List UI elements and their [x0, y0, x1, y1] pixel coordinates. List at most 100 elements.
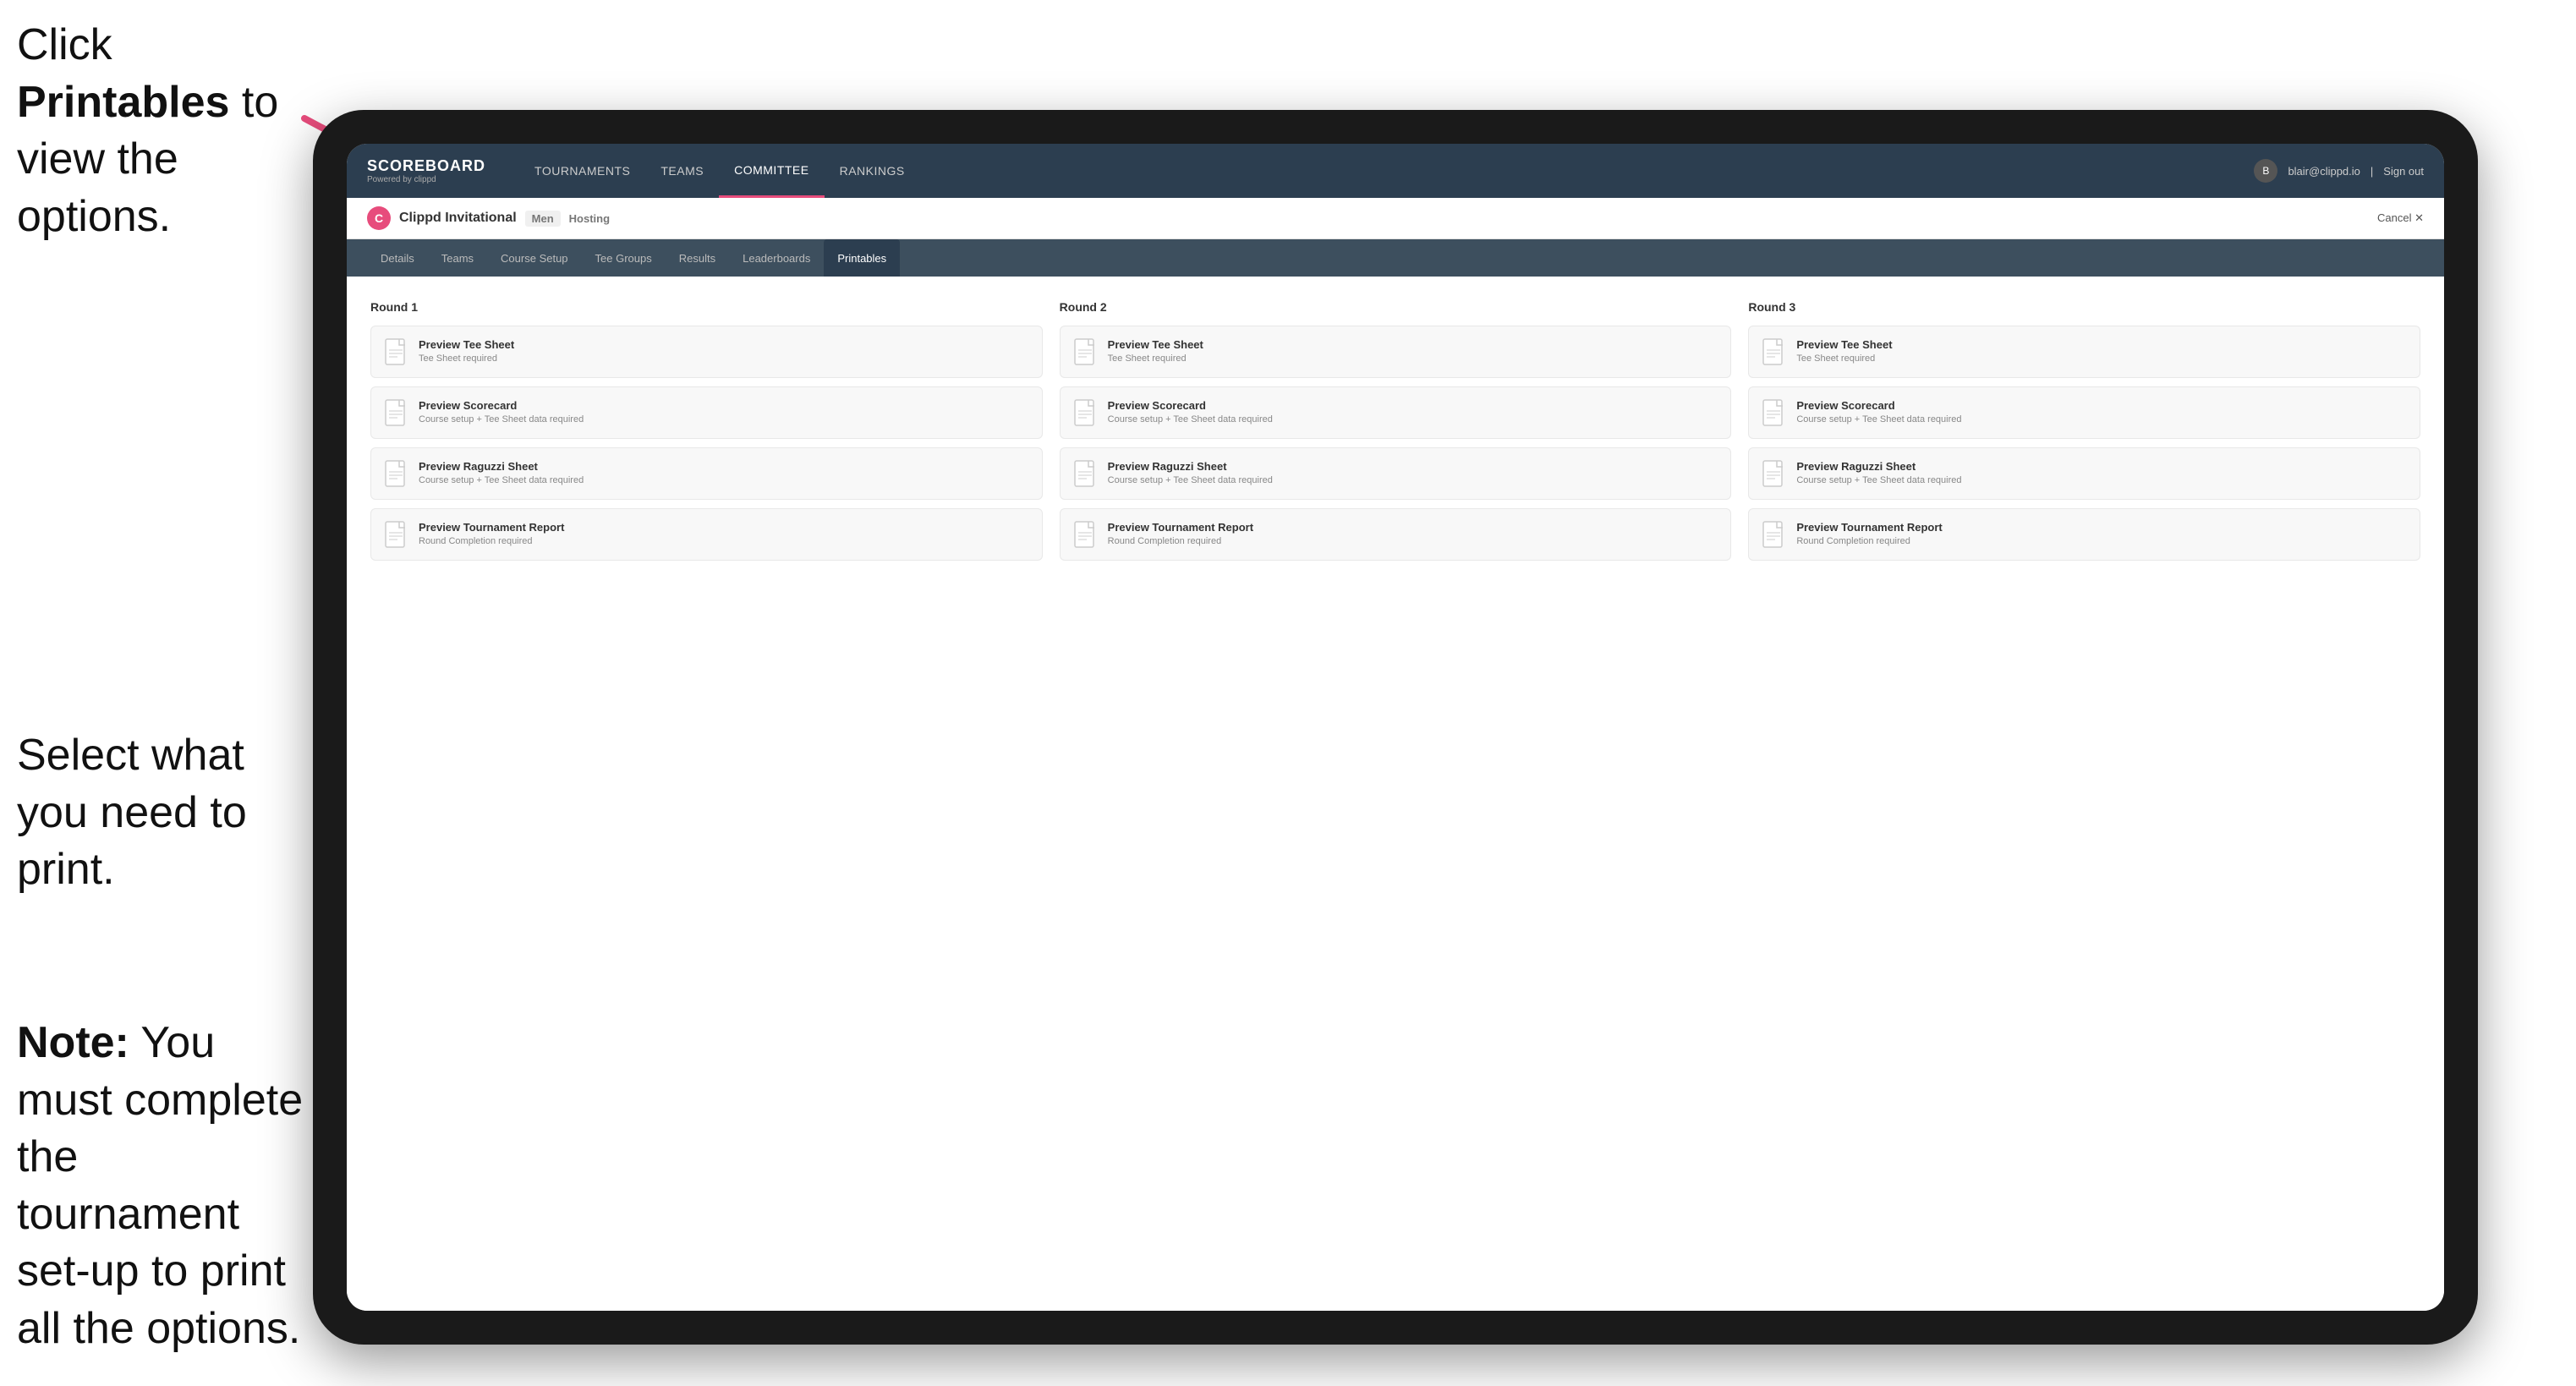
print-card-subtitle: Course setup + Tee Sheet data required	[1108, 414, 1718, 425]
print-card-subtitle: Round Completion required	[1108, 536, 1718, 546]
nav-tournaments[interactable]: TOURNAMENTS	[519, 144, 645, 198]
round-1-title: Round 1	[370, 300, 1043, 314]
document-icon	[385, 338, 408, 365]
tab-teams[interactable]: Teams	[428, 239, 487, 277]
print-card-subtitle: Round Completion required	[1796, 536, 2406, 546]
round-3-column: Round 3 Preview Tee Sheet Tee Sheet requi…	[1748, 300, 2420, 569]
document-icon	[1074, 460, 1098, 487]
document-icon	[1762, 399, 1786, 426]
print-card-title: Preview Tournament Report	[419, 521, 1028, 534]
print-card-info: Preview Scorecard Course setup + Tee Shee…	[1108, 399, 1718, 425]
print-card-info: Preview Tournament Report Round Completio…	[1108, 521, 1718, 546]
document-icon	[1762, 460, 1786, 487]
tablet-device: SCOREBOARD Powered by clippd TOURNAMENTS…	[313, 110, 2478, 1345]
print-card-info: Preview ScorecardCourse setup + Tee Shee…	[1796, 399, 2406, 425]
print-card-subtitle: Tee Sheet required	[1108, 353, 1718, 364]
nav-teams[interactable]: TEAMS	[645, 144, 719, 198]
nav-committee[interactable]: COMMITTEE	[719, 144, 825, 198]
clippd-icon: C	[367, 206, 391, 230]
separator: |	[2370, 165, 2373, 178]
print-card-info: Preview Scorecard Course setup + Tee Shee…	[419, 399, 1028, 425]
print-card-r2-0[interactable]: Preview Tee Sheet Tee Sheet required	[1060, 326, 1732, 378]
print-card-info: Preview Raguzzi Sheet Course setup + Tee …	[1796, 460, 2406, 485]
sub-nav: Details Teams Course Setup Tee Groups Re…	[347, 239, 2444, 277]
tab-tee-groups[interactable]: Tee Groups	[582, 239, 666, 277]
print-card-subtitle: Course setup + Tee Sheet data required	[419, 475, 1028, 485]
print-card-subtitle: Tee Sheet required	[419, 353, 1028, 364]
print-card-r2-2[interactable]: Preview Raguzzi Sheet Course setup + Tee …	[1060, 447, 1732, 500]
main-content: Round 1 Preview Tee Sheet Tee Sheet requi…	[347, 277, 2444, 1311]
hosting-badge: Hosting	[569, 212, 610, 225]
print-card-info: Preview Tee Sheet Tee Sheet required	[419, 338, 1028, 364]
document-icon	[1074, 399, 1098, 426]
print-card-info: Preview Tee Sheet Tee Sheet required	[1796, 338, 2406, 364]
tab-results[interactable]: Results	[666, 239, 729, 277]
tab-details[interactable]: Details	[367, 239, 428, 277]
round-2-title: Round 2	[1060, 300, 1732, 314]
print-card-r2-1[interactable]: Preview Scorecard Course setup + Tee Shee…	[1060, 386, 1732, 439]
top-nav-links: TOURNAMENTS TEAMS COMMITTEE RANKINGS	[519, 144, 2254, 198]
round-3-title: Round 3	[1748, 300, 2420, 314]
print-card-subtitle: Round Completion required	[419, 536, 1028, 546]
logo-title: SCOREBOARD	[367, 157, 485, 175]
top-nav-right: B blair@clippd.io | Sign out	[2254, 159, 2424, 183]
user-avatar: B	[2254, 159, 2277, 183]
tournament-name-row: C Clippd Invitational Men Hosting	[367, 206, 610, 230]
print-card-info: Preview Tournament Report Round Completio…	[1796, 521, 2406, 546]
annotation-bottom: Note: You must complete the tournament s…	[17, 1015, 304, 1358]
print-card-info: Preview Tee Sheet Tee Sheet required	[1108, 338, 1718, 364]
print-card-subtitle: Tee Sheet required	[1796, 353, 2406, 364]
tournament-bracket: Men	[525, 211, 561, 227]
print-card-title: Preview Raguzzi Sheet	[419, 460, 1028, 473]
print-card-r2-3[interactable]: Preview Tournament Report Round Completio…	[1060, 508, 1732, 561]
top-nav: SCOREBOARD Powered by clippd TOURNAMENTS…	[347, 144, 2444, 198]
print-card-subtitle: Course setup + Tee Sheet data required	[1796, 414, 2406, 425]
print-card-subtitle: Course setup + Tee Sheet data required	[1796, 475, 2406, 485]
print-card-r1-3[interactable]: Preview Tournament Report Round Completio…	[370, 508, 1043, 561]
document-icon	[1762, 521, 1786, 548]
annotation-bold: Printables	[17, 78, 229, 127]
print-card-subtitle: Course setup + Tee Sheet data required	[1108, 475, 1718, 485]
print-card-info: Preview Tournament Report Round Completio…	[419, 521, 1028, 546]
print-card-title: Preview Tee Sheet	[419, 338, 1028, 351]
tab-course-setup[interactable]: Course Setup	[487, 239, 582, 277]
print-card-title: Preview Raguzzi Sheet	[1796, 460, 2406, 473]
print-card-title: Preview Scorecard	[1108, 399, 1718, 412]
document-icon	[1074, 338, 1098, 365]
user-email: blair@clippd.io	[2288, 165, 2360, 178]
nav-rankings[interactable]: RANKINGS	[825, 144, 920, 198]
print-card-info: Preview Raguzzi Sheet Course setup + Tee …	[1108, 460, 1718, 485]
print-card-title: Preview Tee Sheet	[1108, 338, 1718, 351]
print-card-r1-1[interactable]: Preview Scorecard Course setup + Tee Shee…	[370, 386, 1043, 439]
tablet-screen: SCOREBOARD Powered by clippd TOURNAMENTS…	[347, 144, 2444, 1311]
round-2-column: Round 2 Preview Tee Sheet Tee Sheet requi…	[1060, 300, 1732, 569]
document-icon	[385, 399, 408, 426]
document-icon	[385, 521, 408, 548]
print-card-subtitle: Course setup + Tee Sheet data required	[419, 414, 1028, 425]
tab-printables[interactable]: Printables	[824, 239, 900, 277]
annotation-middle: Select what you need to print.	[17, 727, 288, 899]
print-card-r1-0[interactable]: Preview Tee Sheet Tee Sheet required	[370, 326, 1043, 378]
print-card-info: Preview Raguzzi Sheet Course setup + Tee …	[419, 460, 1028, 485]
print-card-r1-2[interactable]: Preview Raguzzi Sheet Course setup + Tee …	[370, 447, 1043, 500]
document-icon	[385, 460, 408, 487]
tab-leaderboards[interactable]: Leaderboards	[729, 239, 824, 277]
print-card-title: Preview Raguzzi Sheet	[1108, 460, 1718, 473]
print-card-title: Preview Scorecard	[419, 399, 1028, 412]
tournament-header: C Clippd Invitational Men Hosting Cancel…	[347, 198, 2444, 239]
logo-sub: Powered by clippd	[367, 175, 485, 184]
print-card-title: Preview Tournament Report	[1796, 521, 2406, 534]
annotation-top: Click Printables to view the options.	[17, 17, 288, 245]
print-card-r3-3[interactable]: Preview Tournament Report Round Completio…	[1748, 508, 2420, 561]
scoreboard-logo: SCOREBOARD Powered by clippd	[367, 157, 485, 184]
print-card-r3-2[interactable]: Preview Raguzzi Sheet Course setup + Tee …	[1748, 447, 2420, 500]
print-card-title: Preview Tee Sheet	[1796, 338, 2406, 351]
cancel-button[interactable]: Cancel ✕	[2377, 211, 2424, 225]
sign-out-link[interactable]: Sign out	[2383, 165, 2424, 178]
rounds-grid: Round 1 Preview Tee Sheet Tee Sheet requi…	[370, 300, 2420, 569]
round-1-column: Round 1 Preview Tee Sheet Tee Sheet requi…	[370, 300, 1043, 569]
document-icon	[1074, 521, 1098, 548]
print-card-title: Preview Tournament Report	[1108, 521, 1718, 534]
print-card-r3-1[interactable]: Preview ScorecardCourse setup + Tee Shee…	[1748, 386, 2420, 439]
print-card-r3-0[interactable]: Preview Tee Sheet Tee Sheet required	[1748, 326, 2420, 378]
